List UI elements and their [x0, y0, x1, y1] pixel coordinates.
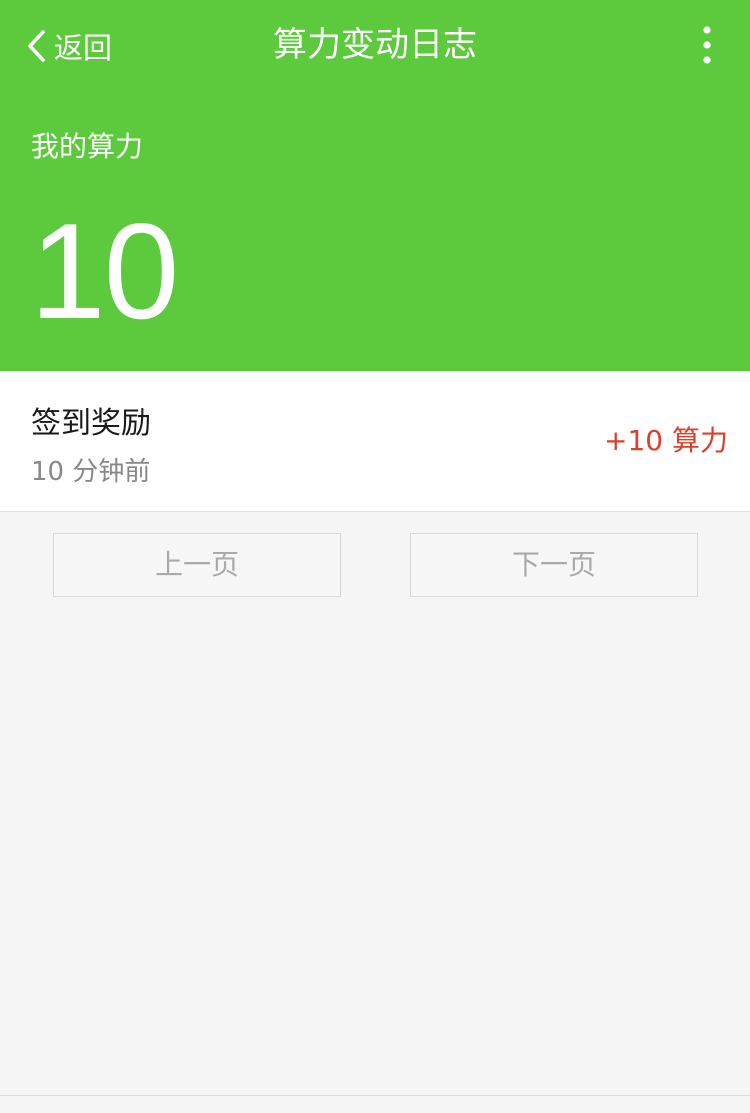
- record-title: 签到奖励: [31, 406, 151, 441]
- page-title: 算力变动日志: [273, 25, 477, 65]
- back-button[interactable]: 返回: [26, 24, 112, 68]
- more-button[interactable]: [692, 24, 722, 68]
- more-vertical-icon: [692, 24, 722, 68]
- divider: [0, 1095, 750, 1096]
- next-page-button[interactable]: 下一页: [410, 533, 698, 597]
- prev-page-button[interactable]: 上一页: [53, 533, 341, 597]
- header-panel: 返回 算力变动日志 我的算力 10: [0, 0, 750, 371]
- list-item: 签到奖励 10 分钟前 +10 算力: [0, 371, 750, 512]
- record-time: 10 分钟前: [31, 457, 151, 487]
- my-power-label: 我的算力: [31, 130, 144, 163]
- my-power-value: 10: [30, 195, 179, 347]
- chevron-left-icon: [26, 29, 48, 63]
- record-amount: +10 算力: [604, 424, 728, 457]
- nav-bar: 返回 算力变动日志: [0, 0, 750, 92]
- back-label: 返回: [54, 31, 113, 65]
